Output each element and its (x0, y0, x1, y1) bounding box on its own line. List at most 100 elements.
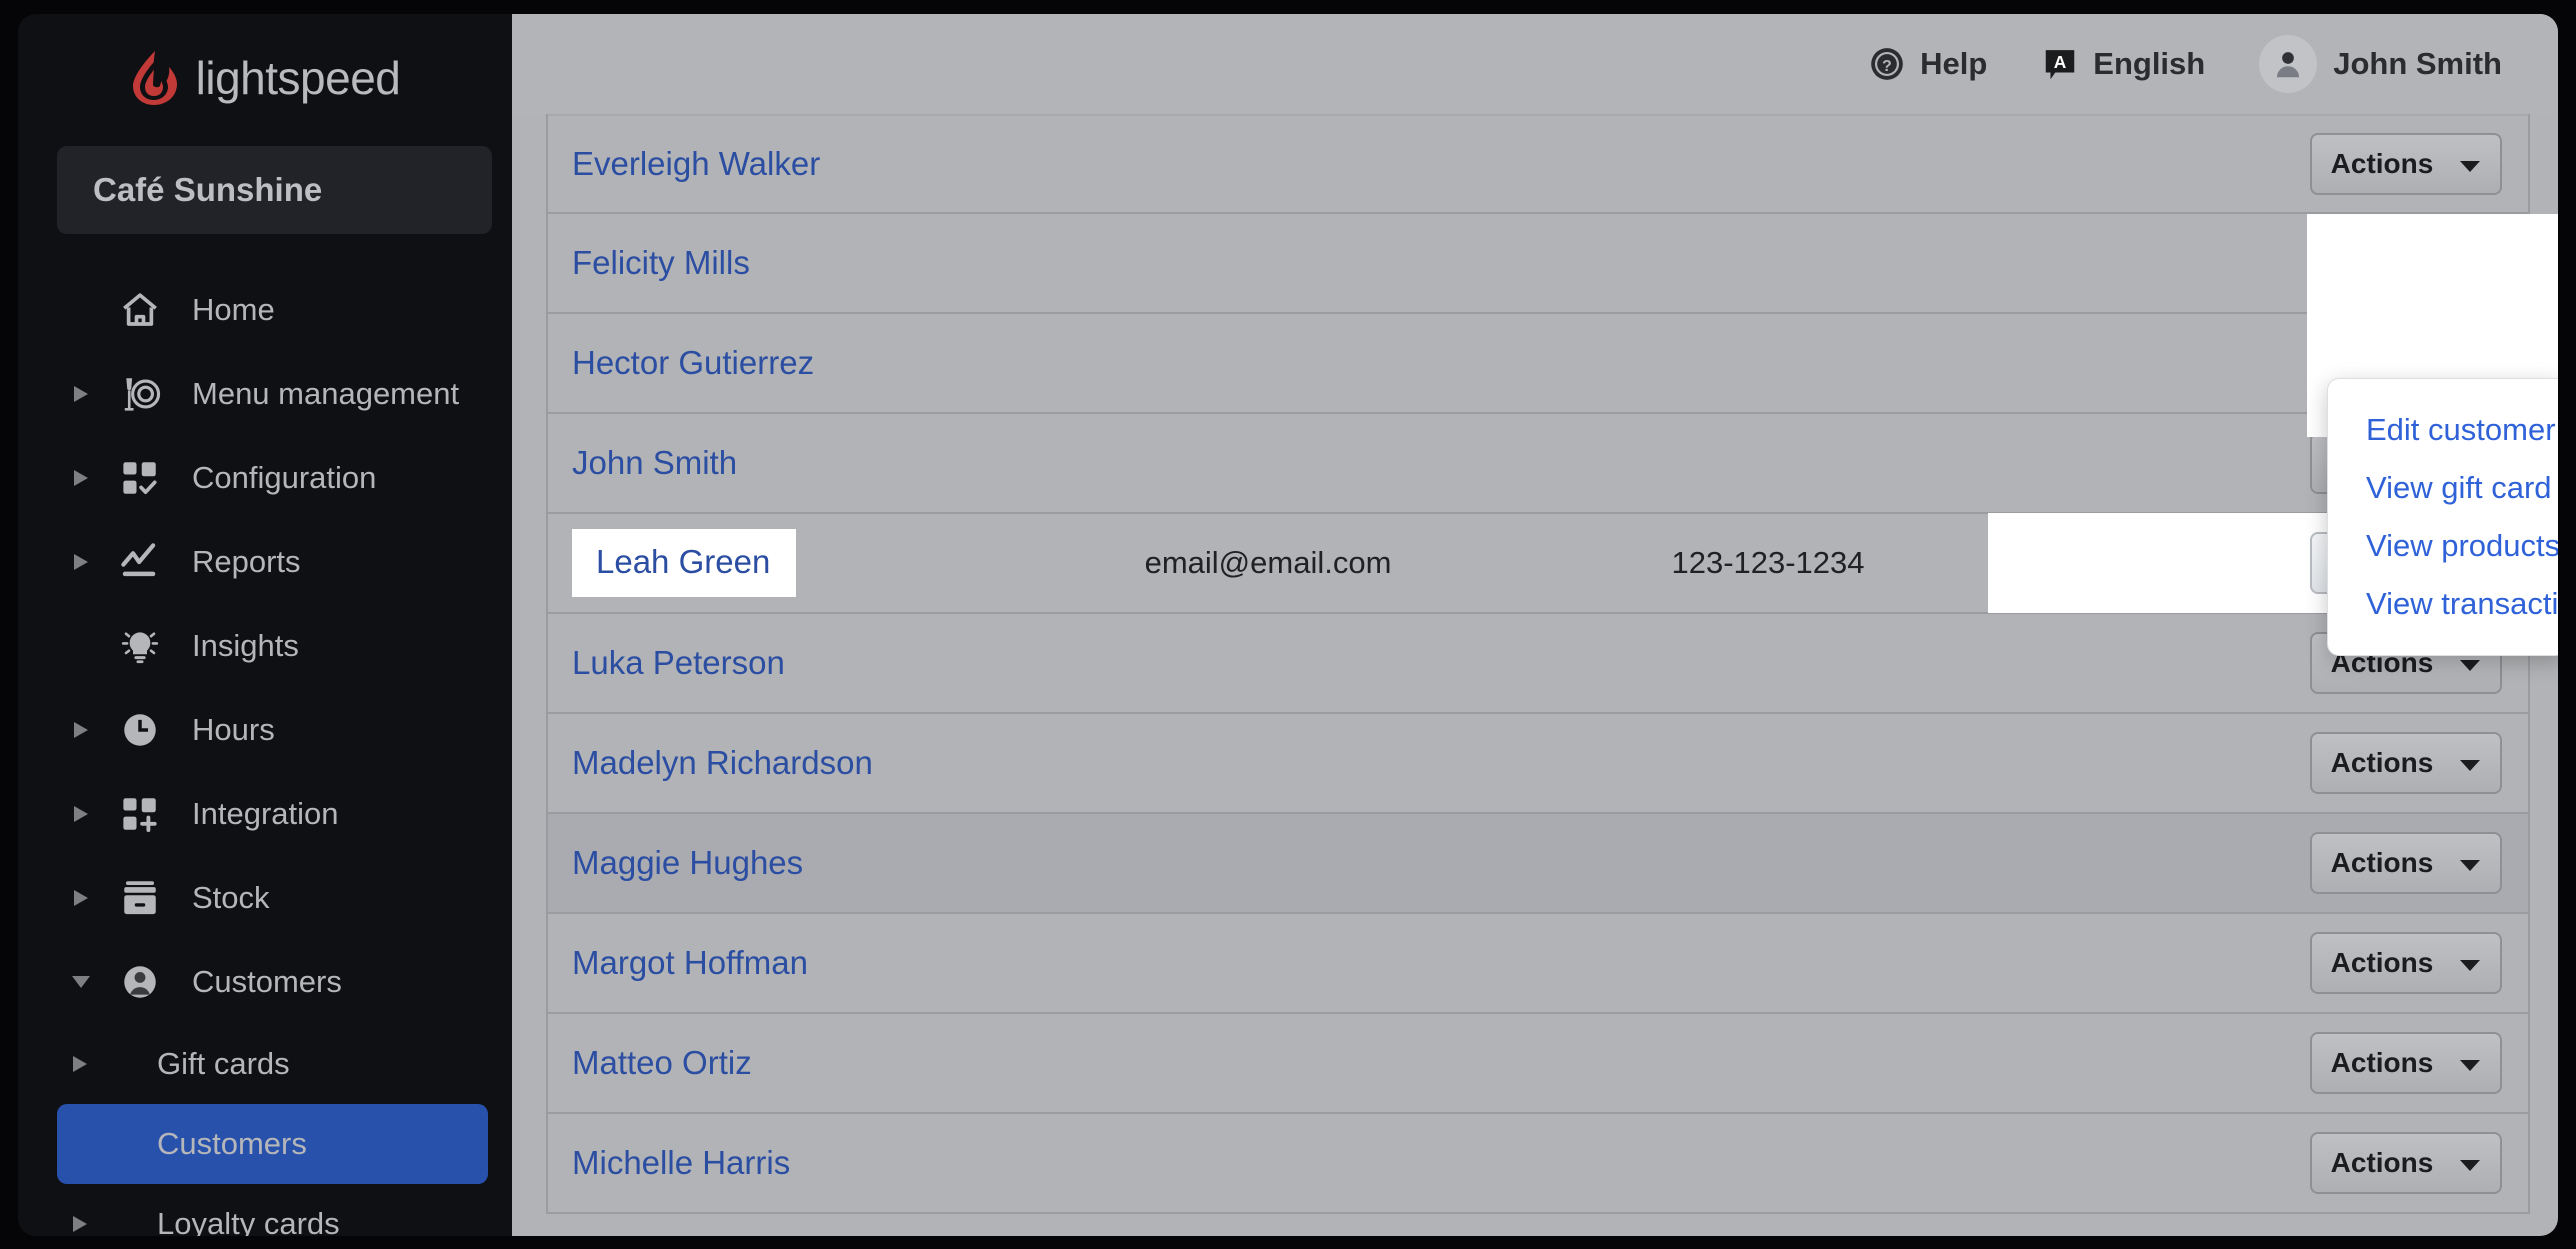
actions-button[interactable]: Actions (2310, 732, 2502, 794)
sidebar-subitem-label: Gift cards (157, 1046, 290, 1081)
language-button[interactable]: A English (2041, 45, 2205, 83)
customer-name-link[interactable]: Margot Hoffman (572, 944, 808, 981)
table-row[interactable]: Felicity Mills Actions (548, 214, 2528, 314)
actions-button[interactable]: Actions (2310, 1032, 2502, 1094)
customer-name-link[interactable]: John Smith (572, 444, 737, 481)
actions-button-label: Actions (2330, 148, 2434, 179)
sidebar: lightspeed Café Sunshine Home Menu manag… (18, 14, 512, 1236)
chevron-right-icon[interactable] (63, 1214, 97, 1234)
sidebar-item-integration[interactable]: Integration (18, 772, 512, 856)
table-row[interactable]: Madelyn Richardson Actions (548, 714, 2528, 814)
table-row-selected[interactable]: Leah Green email@email.com 123-123-1234 … (548, 513, 2528, 614)
brand-logo[interactable]: lightspeed (18, 14, 512, 134)
chevron-down-icon (2459, 1047, 2481, 1079)
menu-item-view-products[interactable]: View products (2328, 517, 2558, 575)
chevron-right-icon[interactable] (64, 797, 98, 831)
sidebar-item-stock[interactable]: Stock (18, 856, 512, 940)
actions-button[interactable]: Actions (2310, 133, 2502, 195)
customer-name-link[interactable]: Maggie Hughes (572, 844, 803, 881)
table-row[interactable]: Everleigh Walker Actions (548, 114, 2528, 214)
sidebar-item-home[interactable]: Home (18, 268, 512, 352)
main-content: ? Help A English John Smith Everleigh Wa… (512, 14, 2558, 1236)
reports-chart-icon (118, 540, 162, 584)
menu-item-view-transactions[interactable]: View transactions (2328, 575, 2558, 633)
actions-button[interactable]: Actions (2310, 932, 2502, 994)
chevron-right-icon[interactable] (64, 713, 98, 747)
store-selector[interactable]: Café Sunshine (57, 146, 492, 234)
question-circle-icon: ? (1868, 45, 1906, 83)
customer-name-link[interactable]: Leah Green (596, 543, 770, 580)
table-row[interactable]: John Smith Actions (548, 414, 2528, 514)
customer-name-cell: Everleigh Walker (548, 145, 988, 183)
customer-name-link[interactable]: Hector Gutierrez (572, 344, 814, 381)
sidebar-subitem-label: Loyalty cards (157, 1206, 340, 1236)
customer-name-link[interactable]: Everleigh Walker (572, 145, 820, 182)
menu-dish-icon (118, 372, 162, 416)
table-row[interactable]: Margot Hoffman Actions (548, 914, 2528, 1014)
table-row[interactable]: Luka Peterson Actions (548, 614, 2528, 714)
user-menu-button[interactable]: John Smith (2259, 35, 2502, 93)
customer-name-link[interactable]: Matteo Ortiz (572, 1044, 752, 1081)
sidebar-item-customers[interactable]: Customers (18, 940, 512, 1024)
customer-name-link[interactable]: Felicity Mills (572, 244, 750, 281)
chevron-down-icon (2459, 148, 2481, 180)
sidebar-item-label: Hours (192, 712, 275, 747)
table-row[interactable]: Michelle Harris Actions (548, 1114, 2528, 1214)
customer-actions-cell: Actions (1988, 932, 2528, 994)
sidebar-item-label: Insights (192, 628, 299, 663)
customer-actions-cell: Actions (1988, 133, 2528, 195)
table-row[interactable]: Maggie Hughes Actions (548, 814, 2528, 914)
customer-name-cell: Matteo Ortiz (548, 1044, 988, 1082)
sidebar-nav: Home Menu management Configuration Repor… (18, 268, 512, 1236)
sidebar-item-insights[interactable]: Insights (18, 604, 512, 688)
chevron-down-icon[interactable] (64, 965, 98, 999)
chevron-down-icon (2459, 747, 2481, 779)
customer-name-cell: Michelle Harris (548, 1144, 988, 1182)
menu-item-view-gift-card[interactable]: View gift card (2328, 459, 2558, 517)
sidebar-item-menu-management[interactable]: Menu management (18, 352, 512, 436)
actions-button-label: Actions (2330, 847, 2434, 878)
customer-name-link[interactable]: Madelyn Richardson (572, 744, 873, 781)
customer-actions-cell: Actions (1988, 732, 2528, 794)
table-row[interactable]: Matteo Ortiz Actions (548, 1014, 2528, 1114)
actions-button[interactable]: Actions (2310, 1132, 2502, 1194)
customer-name-cell: Luka Peterson (548, 644, 988, 682)
customer-name-link[interactable]: Michelle Harris (572, 1144, 790, 1181)
sidebar-subitem-gift-cards[interactable]: Gift cards (57, 1024, 488, 1104)
sidebar-item-label: Customers (192, 964, 342, 999)
sidebar-item-reports[interactable]: Reports (18, 520, 512, 604)
actions-button-label: Actions (2330, 947, 2434, 978)
sidebar-item-label: Menu management (192, 376, 460, 411)
table-row[interactable]: Hector Gutierrez Actions (548, 314, 2528, 414)
customer-actions-cell: Actions (1988, 832, 2528, 894)
sidebar-subitem-customers[interactable]: Customers (57, 1104, 488, 1184)
actions-button[interactable]: Actions (2310, 832, 2502, 894)
screen: lightspeed Café Sunshine Home Menu manag… (0, 0, 2576, 1249)
sidebar-item-label: Configuration (192, 460, 377, 495)
home-icon (118, 288, 162, 332)
sidebar-item-label: Stock (192, 880, 270, 915)
store-name: Café Sunshine (93, 171, 323, 208)
sidebar-item-configuration[interactable]: Configuration (18, 436, 512, 520)
sidebar-subitem-loyalty-cards[interactable]: Loyalty cards (57, 1184, 488, 1236)
chevron-right-icon[interactable] (64, 377, 98, 411)
sidebar-item-label: Home (192, 292, 275, 327)
customer-name-cell: Maggie Hughes (548, 844, 988, 882)
chevron-right-icon[interactable] (64, 881, 98, 915)
customer-name-cell: Margot Hoffman (548, 944, 988, 982)
sidebar-item-label: Integration (192, 796, 339, 831)
sidebar-item-hours[interactable]: Hours (18, 688, 512, 772)
integration-icon (118, 792, 162, 836)
chevron-right-icon[interactable] (64, 545, 98, 579)
chevron-right-icon[interactable] (64, 461, 98, 495)
customer-name-focus-ring: Leah Green (572, 529, 797, 597)
actions-button-label: Actions (2330, 1147, 2434, 1178)
menu-item-edit-customer[interactable]: Edit customer (2328, 401, 2558, 459)
chevron-right-icon[interactable] (63, 1054, 97, 1074)
customer-name-link[interactable]: Luka Peterson (572, 644, 785, 681)
customer-name-cell: Hector Gutierrez (548, 344, 988, 382)
customer-person-icon (118, 960, 162, 1004)
help-button[interactable]: ? Help (1868, 45, 1987, 83)
customer-email-cell: email@email.com (1144, 545, 1392, 580)
chevron-down-icon (2459, 1147, 2481, 1179)
